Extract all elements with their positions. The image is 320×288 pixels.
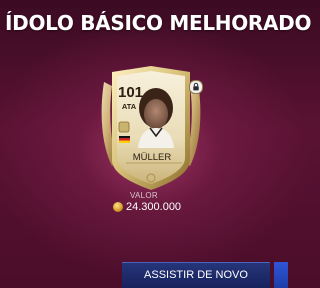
value-row: 24.300.000 (113, 201, 193, 215)
player-position: ATA (121, 102, 137, 111)
replay-button[interactable]: ASSISTIR DE NOVO (122, 262, 270, 288)
player-card-art (101, 66, 201, 190)
value-amount: 24.300.000 (126, 201, 182, 213)
player-name: MÜLLER (132, 152, 172, 163)
value-label: VALOR (129, 191, 159, 200)
player-rating: 101 (118, 84, 144, 101)
germany-flag-icon (119, 136, 130, 143)
player-card[interactable] (98, 62, 204, 192)
coin-icon (113, 202, 123, 212)
replay-button-label: ASSISTIR DE NOVO (144, 269, 248, 281)
page-title: ÍDOLO BÁSICO MELHORADO (0, 8, 311, 38)
next-button[interactable] (274, 262, 288, 288)
page-title-text: ÍDOLO BÁSICO MELHORADO (5, 11, 312, 35)
lock-icon (189, 80, 203, 94)
